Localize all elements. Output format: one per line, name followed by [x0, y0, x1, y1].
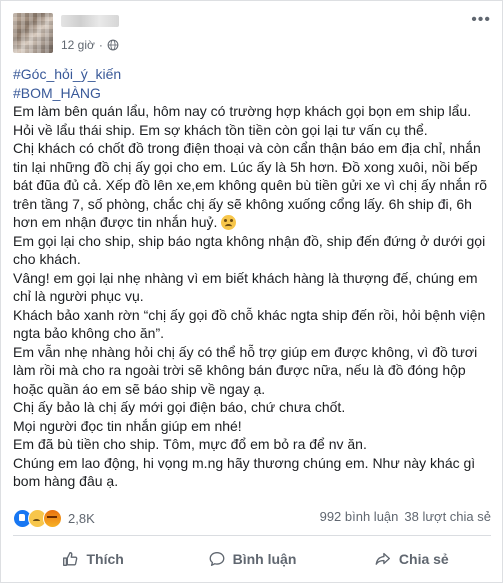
post-paragraph: Em đã bù tiền cho ship. Tôm, mực đổ em b…	[13, 436, 367, 452]
post-paragraph: Em làm bên quán lẩu, hôm nay có trường h…	[13, 103, 472, 119]
post-meta: 12 giờ ·	[61, 38, 119, 52]
comment-label: Bình luận	[232, 551, 297, 567]
engagement-counts: 992 bình luận 38 lượt chia sẻ	[320, 509, 491, 524]
share-label: Chia sẻ	[398, 551, 449, 567]
post-paragraph-text: Chị khách có chốt đồ trong điện thoại và…	[13, 140, 488, 230]
author-name-redacted[interactable]	[61, 15, 119, 27]
hashtag-link[interactable]: #BOM_HÀNG	[13, 84, 493, 103]
post-body: #Góc_hỏi_ý_kiến #BOM_HÀNG Em làm bên quá…	[13, 65, 493, 491]
post-paragraph: Chị khách có chốt đồ trong điện thoại và…	[13, 139, 493, 232]
comment-icon	[209, 552, 225, 566]
reaction-summary[interactable]: 2,8K	[13, 509, 95, 528]
more-options-icon[interactable]: •••	[471, 11, 491, 29]
post-paragraph: Hỏi về lẩu thái ship. Em sợ khách tồn ti…	[13, 121, 428, 138]
post-card: 12 giờ · ••• #Góc_hỏi_ý_kiến #BOM_HÀNG E…	[0, 0, 503, 583]
post-paragraph: Vâng! em gọi lại nhẹ nhàng vì em biết kh…	[13, 269, 478, 305]
divider	[13, 535, 491, 536]
crying-emoji-icon	[221, 215, 237, 230]
comment-button[interactable]: Bình luận	[172, 541, 331, 577]
post-paragraph: Khách bảo xanh rờn “chị ấy gọi đồ chỗ kh…	[13, 306, 486, 342]
share-count[interactable]: 38 lượt chia sẻ	[404, 509, 491, 524]
angry-reaction-icon	[43, 509, 62, 528]
thumbs-up-icon	[63, 552, 78, 566]
post-paragraph: Chị ấy bảo là chị ấy mới gọi điện báo, c…	[13, 399, 346, 415]
globe-icon	[107, 39, 119, 51]
post-time[interactable]: 12 giờ	[61, 38, 95, 52]
share-arrow-icon	[375, 552, 390, 565]
post-paragraph: Em vẫn nhẹ nhàng hỏi chị ấy có thể hỗ tr…	[13, 343, 478, 397]
post-paragraph: Chúng em lao động, hi vọng m.ng hãy thươ…	[13, 454, 476, 490]
comment-count[interactable]: 992 bình luận	[320, 509, 399, 524]
like-label: Thích	[86, 551, 124, 567]
hashtag-link[interactable]: #Góc_hỏi_ý_kiến	[13, 65, 493, 84]
post-paragraph: Mọi người đọc tin nhắn giúp em nhé!	[13, 417, 242, 434]
reaction-count[interactable]: 2,8K	[68, 511, 95, 526]
post-actions: Thích Bình luận Chia sẻ	[13, 541, 491, 577]
post-header: 12 giờ · •••	[13, 11, 493, 53]
avatar[interactable]	[13, 13, 53, 53]
post-paragraph: Em gọi lại cho ship, ship báo ngta không…	[13, 232, 486, 268]
like-button[interactable]: Thích	[13, 541, 172, 577]
post-stats: 2,8K 992 bình luận 38 lượt chia sẻ	[13, 507, 491, 529]
share-button[interactable]: Chia sẻ	[332, 541, 491, 577]
